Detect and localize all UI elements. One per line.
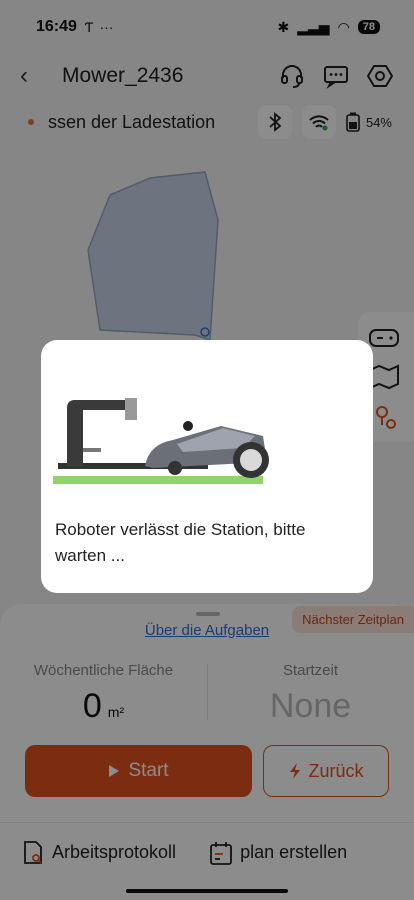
dialog-message: Roboter verlässt die Station, bitte wart… [55,520,306,565]
leaving-station-dialog: Roboter verlässt die Station, bitte wart… [41,340,373,593]
mower-leaving-station-illustration [53,398,269,484]
